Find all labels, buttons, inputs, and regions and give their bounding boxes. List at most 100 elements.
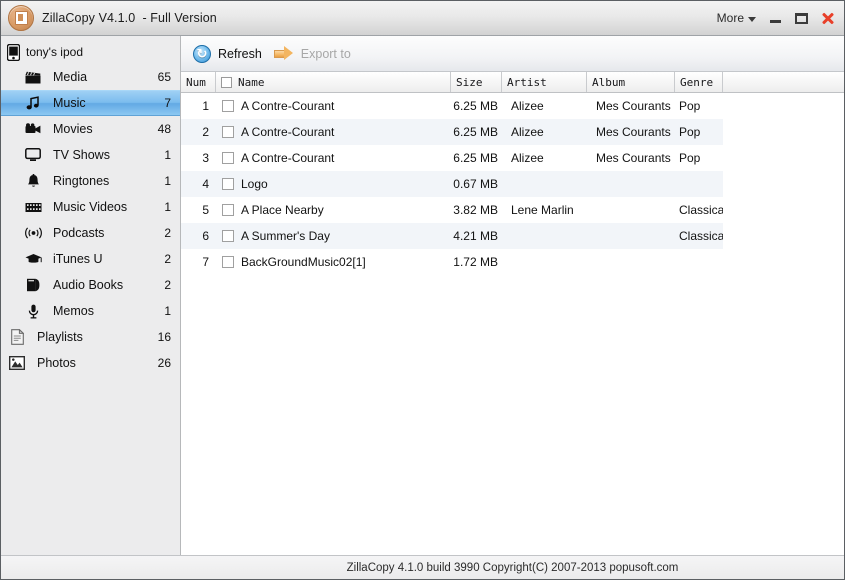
refresh-circular-arrows-icon [193,44,211,63]
table-row[interactable]: 3 A Contre-Courant 6.25 MB Alizee Mes Co… [181,145,723,171]
sidebar: tony's ipod Media 65 Music 7 Movies 48 T… [1,36,181,555]
cell-size: 6.25 MB [453,151,498,165]
document-icon [7,329,27,345]
cell-num: 5 [202,203,209,217]
refresh-button[interactable]: Refresh [189,42,270,66]
zillacopy-app-icon [8,5,34,31]
column-header-size[interactable]: Size [451,72,502,92]
sidebar-item-label: Media [53,70,88,84]
status-bar: ZillaCopy 4.1.0 build 3990 Copyright(C) … [1,555,844,579]
cell-size: 4.21 MB [453,229,498,243]
column-header-artist[interactable]: Artist [502,72,587,92]
cell-num: 1 [202,99,209,113]
media-clapperboard-icon [23,71,43,84]
table-body: 1 A Contre-Courant 6.25 MB Alizee Mes Co… [181,93,844,275]
row-checkbox[interactable] [222,178,234,190]
bell-ringtone-icon [23,173,43,189]
cell-genre: Pop [679,125,701,139]
cell-num: 7 [202,255,209,269]
sidebar-item-media[interactable]: Media 65 [1,64,180,90]
cell-name: BackGroundMusic02[1] [216,255,451,269]
table-row[interactable]: 4 Logo 0.67 MB [181,171,723,197]
movie-camera-icon [23,123,43,135]
sidebar-device-header[interactable]: tony's ipod [1,40,180,64]
cell-genre: Pop [679,151,701,165]
cell-name: Logo [216,177,451,191]
chevron-down-icon [748,16,756,22]
export-label: Export to [300,46,351,61]
more-button[interactable]: More [715,9,758,27]
table-row[interactable]: 7 BackGroundMusic02[1] 1.72 MB [181,249,723,275]
table-row[interactable]: 1 A Contre-Courant 6.25 MB Alizee Mes Co… [181,93,723,119]
maximize-icon [795,12,808,24]
cell-album: Mes Courants ... [596,151,675,165]
window-title: ZillaCopy V4.1.0 - Full Version [42,11,217,25]
microphone-icon [23,304,43,319]
sidebar-item-count: 1 [164,304,171,318]
cell-genre: Classical [679,229,723,243]
column-header-name[interactable]: Name [216,72,451,92]
maximize-button[interactable] [793,10,810,26]
photo-picture-icon [7,356,27,370]
device-label: tony's ipod [26,45,83,59]
sidebar-item-label: Ringtones [53,174,110,188]
sidebar-item-music-videos[interactable]: Music Videos 1 [1,194,180,220]
sidebar-item-memos[interactable]: Memos 1 [1,298,180,324]
ipod-device-icon [7,43,20,61]
cell-num: 6 [202,229,209,243]
minimize-button[interactable] [767,10,784,26]
film-strip-icon [23,202,43,213]
row-checkbox[interactable] [222,100,234,112]
sidebar-item-tv-shows[interactable]: TV Shows 1 [1,142,180,168]
column-header-num[interactable]: Num [181,72,216,92]
sidebar-item-label: Podcasts [53,226,105,240]
status-bar-text: ZillaCopy 4.1.0 build 3990 Copyright(C) … [346,561,679,574]
more-label: More [716,11,744,25]
sidebar-item-movies[interactable]: Movies 48 [1,116,180,142]
sidebar-item-ringtones[interactable]: Ringtones 1 [1,168,180,194]
row-checkbox[interactable] [222,126,234,138]
cell-num: 4 [202,177,209,191]
row-checkbox[interactable] [222,152,234,164]
sidebar-item-label: Movies [53,122,93,136]
sidebar-item-playlists[interactable]: Playlists 16 [1,324,180,350]
cell-artist: Alizee [511,125,544,139]
sidebar-item-photos[interactable]: Photos 26 [1,350,180,376]
cell-name-label: A Contre-Courant [241,125,335,139]
cell-name-label: Logo [241,177,268,191]
sidebar-nav: Media 65 Music 7 Movies 48 TV Shows 1 Ri… [1,64,180,376]
sidebar-item-count: 48 [157,122,171,136]
sidebar-item-podcasts[interactable]: Podcasts 2 [1,220,180,246]
table-row[interactable]: 6 A Summer's Day 4.21 MB Classical [181,223,723,249]
cell-artist: Alizee [511,99,544,113]
cell-album: Mes Courants ... [596,125,675,139]
column-header-genre[interactable]: Genre [675,72,723,92]
sidebar-item-count: 1 [164,174,171,188]
cell-name: A Contre-Courant [216,99,451,113]
close-button[interactable] [819,10,836,26]
column-header-album[interactable]: Album [587,72,675,92]
table-row[interactable]: 5 A Place Nearby 3.82 MB Lene Marlin Cla… [181,197,723,223]
table-row[interactable]: 2 A Contre-Courant 6.25 MB Alizee Mes Co… [181,119,723,145]
sidebar-item-count: 26 [157,356,171,370]
cell-name: A Contre-Courant [216,125,451,139]
row-checkbox[interactable] [222,230,234,242]
sidebar-item-audio-books[interactable]: Audio Books 2 [1,272,180,298]
sidebar-item-music[interactable]: Music 7 [1,90,180,116]
cell-album: Mes Courants ... [596,99,675,113]
sidebar-item-label: Music Videos [53,200,128,214]
export-to-button[interactable]: Export to [270,43,359,64]
title-bar: ZillaCopy V4.1.0 - Full Version More [1,1,844,36]
sidebar-item-label: Playlists [37,330,83,344]
row-checkbox[interactable] [222,256,234,268]
column-header-filler [723,72,844,92]
sidebar-item-count: 2 [164,226,171,240]
row-checkbox[interactable] [222,204,234,216]
sidebar-item-count: 2 [164,252,171,266]
select-all-checkbox[interactable] [221,76,232,88]
cell-size: 6.25 MB [453,125,498,139]
cell-genre: Classical [679,203,723,217]
sidebar-item-itunes-u[interactable]: iTunes U 2 [1,246,180,272]
sidebar-item-label: TV Shows [53,148,110,162]
minimize-icon [770,19,781,23]
